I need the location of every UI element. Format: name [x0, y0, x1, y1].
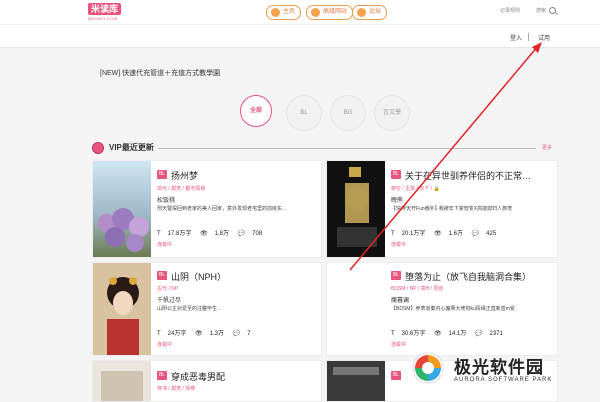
watermark-subtitle: AURORA SOFTWARE PARK	[454, 377, 553, 383]
watermark-title: 极光软件园	[454, 358, 544, 377]
annotation-arrow	[349, 42, 542, 271]
watermark-logo-icon	[412, 352, 444, 384]
